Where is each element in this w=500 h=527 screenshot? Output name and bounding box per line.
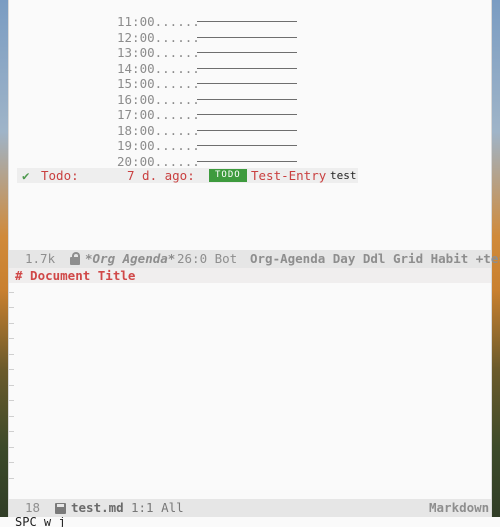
time-slot-label: 18:00...... xyxy=(117,122,200,138)
time-grid-line xyxy=(197,67,297,69)
gutter-tick xyxy=(9,338,14,339)
major-modes[interactable]: Org-Agenda Day Ddl Grid Habit +test xyxy=(250,250,500,268)
gutter-tick xyxy=(9,323,14,324)
time-grid-line xyxy=(197,160,297,162)
gutter-tick xyxy=(9,385,14,386)
todo-entry-title[interactable]: Test-Entry xyxy=(251,168,326,183)
time-grid-line xyxy=(197,129,297,131)
time-grid-line xyxy=(197,21,297,22)
editor-modeline: 18 test.md 1:1 All Markdown xyxy=(9,499,491,517)
gutter-tick xyxy=(9,416,14,417)
cursor-position: 1:1 All xyxy=(131,500,184,515)
time-grid-line xyxy=(197,114,297,115)
time-grid-line xyxy=(197,98,297,100)
minibuffer[interactable]: SPC w j xyxy=(0,517,500,527)
time-slot-label: 14:00...... xyxy=(117,60,200,76)
gutter-tick xyxy=(9,354,14,355)
gutter-tick xyxy=(9,478,14,479)
time-slot-label: 20:00...... xyxy=(117,153,200,169)
time-slot: 18:00...... xyxy=(9,123,491,138)
time-slot: 14:00...... xyxy=(9,61,491,76)
time-slot-label: 11:00...... xyxy=(117,14,200,29)
time-grid-line xyxy=(197,83,297,84)
todo-keyword-badge[interactable]: TODO xyxy=(209,169,247,182)
time-grid-line xyxy=(197,52,297,53)
agenda-todo-entry[interactable]: ✔ Todo: 7 d. ago: TODO Test-Entry test xyxy=(17,168,358,183)
time-slot-label: 16:00...... xyxy=(117,91,200,107)
buffer-name[interactable]: *Org Agenda* xyxy=(85,250,175,268)
time-slot-label: 13:00...... xyxy=(117,45,200,60)
time-grid-line xyxy=(197,145,297,146)
time-slot: 16:00...... xyxy=(9,92,491,107)
time-slot: 19:00...... xyxy=(9,138,491,153)
buffer-size: 1.7k xyxy=(25,251,56,266)
time-slot: 17:00...... xyxy=(9,107,491,122)
gutter-tick xyxy=(9,307,14,308)
gutter-tick xyxy=(9,292,14,293)
emacs-frame: 11:00...... 12:00...... 13:00...... 14:0… xyxy=(8,0,500,527)
cursor-position: 26:0 Bot xyxy=(177,251,238,266)
todo-tag: test xyxy=(330,169,357,182)
line-number: 18 xyxy=(25,500,41,515)
todo-category: Todo: xyxy=(41,168,79,183)
time-slot-label: 19:00...... xyxy=(117,138,200,153)
file-name[interactable]: test.md xyxy=(71,499,124,517)
gutter-tick xyxy=(9,462,14,463)
save-icon xyxy=(55,503,66,514)
time-slot: 11:00...... xyxy=(9,14,491,29)
todo-age: 7 d. ago: xyxy=(127,168,195,183)
time-slot-label: 12:00...... xyxy=(117,29,200,45)
time-slot: 20:00...... xyxy=(9,154,491,169)
gutter-tick xyxy=(9,400,14,401)
time-slot-label: 17:00...... xyxy=(117,107,200,122)
lock-icon xyxy=(70,252,80,265)
checkmark-icon: ✔ xyxy=(22,168,30,183)
time-slot: 15:00...... xyxy=(9,76,491,91)
agenda-modeline: 1.7k *Org Agenda* 26:0 Bot Org-Agenda Da… xyxy=(9,250,500,268)
document-heading[interactable]: # Document Title xyxy=(9,268,491,283)
time-slot: 13:00...... xyxy=(9,45,491,60)
major-mode[interactable]: Markdown xyxy=(429,499,489,517)
time-grid-line xyxy=(197,36,297,38)
time-slot: 12:00...... xyxy=(9,30,491,45)
gutter-tick xyxy=(9,447,14,448)
gutter-tick xyxy=(9,369,14,370)
gutter-tick xyxy=(9,431,14,432)
time-slot-label: 15:00...... xyxy=(117,76,200,91)
